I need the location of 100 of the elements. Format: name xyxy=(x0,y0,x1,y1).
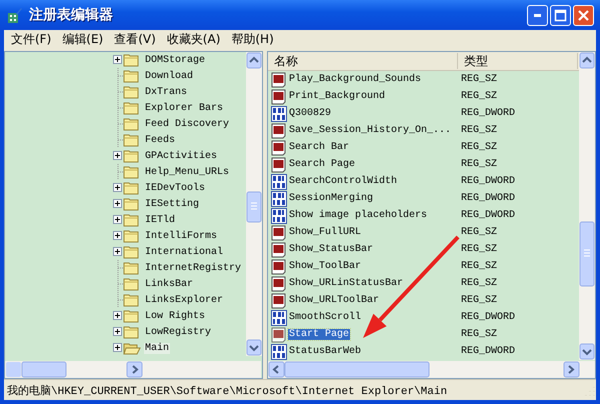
tree-item[interactable]: IESetting xyxy=(144,198,200,210)
tree-item[interactable]: Low Rights xyxy=(144,310,206,322)
value-type: REG_SZ xyxy=(461,125,498,136)
value-name[interactable]: SmoothScroll xyxy=(288,312,362,323)
value-name[interactable]: Save_Session_History_On_... xyxy=(288,125,452,136)
value-name[interactable]: Show_URLinStatusBar xyxy=(288,278,404,289)
folder-icon xyxy=(123,212,141,228)
value-name[interactable]: Show_FullURL xyxy=(288,227,362,238)
tree-item[interactable]: DxTrans xyxy=(144,86,188,98)
value-name[interactable]: Q300829 xyxy=(288,108,332,119)
tree-item[interactable]: Explorer Bars xyxy=(144,102,224,114)
menu-item[interactable]: 编辑(E) xyxy=(57,31,108,48)
column-header[interactable]: 类型 xyxy=(458,53,578,69)
maximize-button[interactable] xyxy=(550,4,571,26)
binary-value-icon xyxy=(271,106,287,122)
folder-icon xyxy=(123,84,141,100)
registry-cubes-icon xyxy=(6,6,23,24)
tree-item[interactable]: DOMStorage xyxy=(144,54,206,66)
value-type: REG_DWORD xyxy=(461,193,516,204)
value-name[interactable]: StatusBarWeb xyxy=(288,346,362,357)
tree-item[interactable]: Download xyxy=(144,70,194,82)
tree-item[interactable]: IETld xyxy=(144,214,176,226)
value-name[interactable]: SearchControlWidth xyxy=(288,176,398,187)
value-name[interactable]: Show_URLToolBar xyxy=(288,295,380,306)
tree-item[interactable]: Help_Menu_URLs xyxy=(144,166,230,178)
value-name[interactable]: Search Page xyxy=(288,159,356,170)
folder-icon xyxy=(123,116,141,132)
menu-item[interactable]: 查看(V) xyxy=(109,31,161,48)
value-type: REG_SZ xyxy=(461,244,498,255)
string-value-icon xyxy=(271,122,287,138)
value-type: REG_DWORD xyxy=(461,346,516,357)
string-value-icon xyxy=(271,88,287,104)
folder-icon xyxy=(123,260,141,276)
column-header[interactable]: 名称 xyxy=(268,53,458,69)
string-value-icon xyxy=(271,140,287,156)
folder-icon xyxy=(123,148,141,164)
string-value-icon xyxy=(271,276,287,292)
value-type: REG_SZ xyxy=(461,278,498,289)
minimize-button[interactable] xyxy=(527,4,548,26)
folder-icon xyxy=(123,308,141,324)
string-value-icon xyxy=(271,258,287,274)
string-value-icon xyxy=(271,156,287,172)
value-name[interactable]: Start Page xyxy=(288,329,350,340)
string-value-icon xyxy=(271,242,287,258)
minimize-icon xyxy=(534,14,541,16)
binary-value-icon xyxy=(271,344,287,360)
folder-icon xyxy=(123,276,141,292)
value-name[interactable]: Show image placeholders xyxy=(288,210,428,221)
binary-value-icon xyxy=(271,190,287,206)
binary-value-icon xyxy=(271,310,287,326)
value-type: REG_SZ xyxy=(461,91,498,102)
value-type: REG_DWORD xyxy=(461,312,516,323)
folder-icon xyxy=(123,100,141,116)
tree-item[interactable]: LinksBar xyxy=(144,278,194,290)
window-title: 注册表编辑器 xyxy=(29,6,114,24)
tree-item[interactable]: IEDevTools xyxy=(144,182,206,194)
folder-icon xyxy=(123,68,141,84)
folder-icon xyxy=(123,180,141,196)
value-name[interactable]: Search Bar xyxy=(288,142,350,153)
string-value-icon xyxy=(271,224,287,240)
value-type: REG_SZ xyxy=(461,159,498,170)
tree-item[interactable]: Feeds xyxy=(144,134,176,146)
folder-icon xyxy=(123,196,141,212)
value-name[interactable]: Show_ToolBar xyxy=(288,261,362,272)
folder-icon xyxy=(123,132,141,148)
tree-item[interactable]: InternetRegistry xyxy=(144,262,242,274)
close-button[interactable] xyxy=(573,4,594,26)
tree-item[interactable]: LowRegistry xyxy=(144,326,212,338)
folder-icon xyxy=(123,228,141,244)
string-value-icon xyxy=(271,326,287,342)
tree-item[interactable]: Feed Discovery xyxy=(144,118,230,130)
value-type: REG_SZ xyxy=(461,142,498,153)
value-name[interactable]: Show_StatusBar xyxy=(288,244,374,255)
value-name[interactable]: Print_Background xyxy=(288,91,386,102)
tree-item[interactable]: IntelliForms xyxy=(144,230,218,242)
value-name[interactable]: SessionMerging xyxy=(288,193,374,204)
tree-item[interactable]: International xyxy=(144,246,224,258)
value-type: REG_SZ xyxy=(461,74,498,85)
folder-icon xyxy=(123,164,141,180)
menu-item[interactable]: 帮助(H) xyxy=(226,31,279,48)
value-type: REG_SZ xyxy=(461,261,498,272)
value-type: REG_DWORD xyxy=(461,108,516,119)
menu-item[interactable]: 文件(F) xyxy=(6,31,56,48)
tree-item[interactable]: LinksExplorer xyxy=(144,294,224,306)
folder-icon xyxy=(123,292,141,308)
value-name[interactable]: Play_Background_Sounds xyxy=(288,74,422,85)
value-type: REG_SZ xyxy=(461,329,498,340)
value-type: REG_DWORD xyxy=(461,176,516,187)
tree-item[interactable]: Main xyxy=(144,342,170,354)
binary-value-icon xyxy=(271,174,287,190)
tree-item[interactable]: GPActivities xyxy=(144,150,218,162)
string-value-icon xyxy=(271,292,287,308)
maximize-icon xyxy=(554,8,567,22)
menu-item[interactable]: 收藏夹(A) xyxy=(162,31,226,48)
value-type: REG_DWORD xyxy=(461,210,516,221)
binary-value-icon xyxy=(271,208,287,224)
folder-icon xyxy=(123,324,141,340)
string-value-icon xyxy=(271,72,287,88)
folder-icon xyxy=(123,52,141,68)
folder-icon xyxy=(123,244,141,260)
